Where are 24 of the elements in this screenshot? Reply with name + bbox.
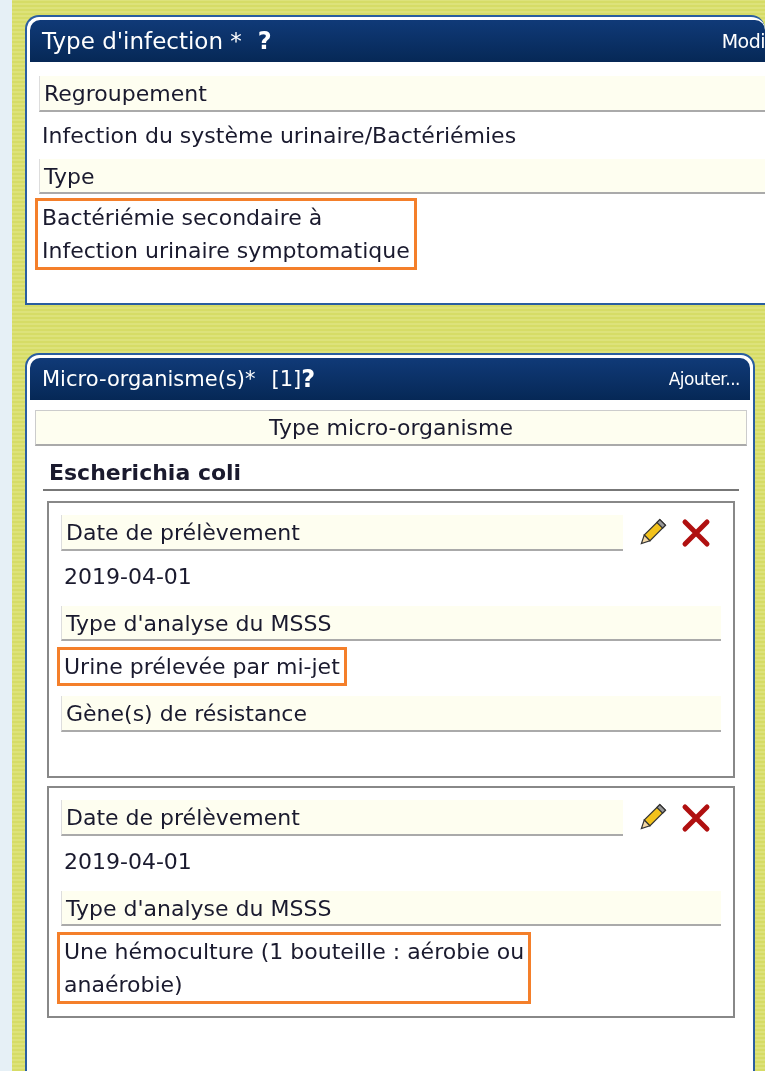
help-link[interactable]: ? <box>257 27 272 55</box>
delete-icon[interactable] <box>681 802 711 833</box>
panel-title: Micro-organisme(s)* <box>42 367 256 391</box>
organism-name: Escherichia coli <box>43 446 739 491</box>
field-label: Type d'analyse du MSSS <box>61 605 721 642</box>
field-label: Type d'analyse du MSSS <box>61 890 721 927</box>
count-label: [1] <box>271 367 302 391</box>
field-value: 2019-04-01 <box>63 847 193 876</box>
field-label: Type <box>39 158 765 195</box>
help-link[interactable]: ? <box>301 365 316 393</box>
column-header: Type micro-organisme <box>35 410 747 446</box>
delete-icon[interactable] <box>681 517 711 548</box>
modify-link[interactable]: Modi <box>721 30 765 52</box>
field-value: Bactériémie secondaire à Infection urinaire symptomatique <box>35 198 417 271</box>
field-label: Date de prélèvement <box>61 515 623 551</box>
field-label: Date de prélèvement <box>61 800 623 836</box>
field-value: Urine prélevée par mi-jet <box>57 647 347 687</box>
field-label: Regroupement <box>39 76 765 112</box>
field-value: 2019-04-01 <box>63 562 193 591</box>
field-label: Gène(s) de résistance <box>61 696 721 733</box>
add-link[interactable]: Ajouter... <box>668 369 750 389</box>
panel-title: Type d'infection * <box>42 28 242 54</box>
field-value: Une hémoculture (1 bouteille : aérobie ou anaérobie) <box>57 932 532 1005</box>
field-value: Infection du système urinaire/Bactériémies <box>41 121 518 150</box>
